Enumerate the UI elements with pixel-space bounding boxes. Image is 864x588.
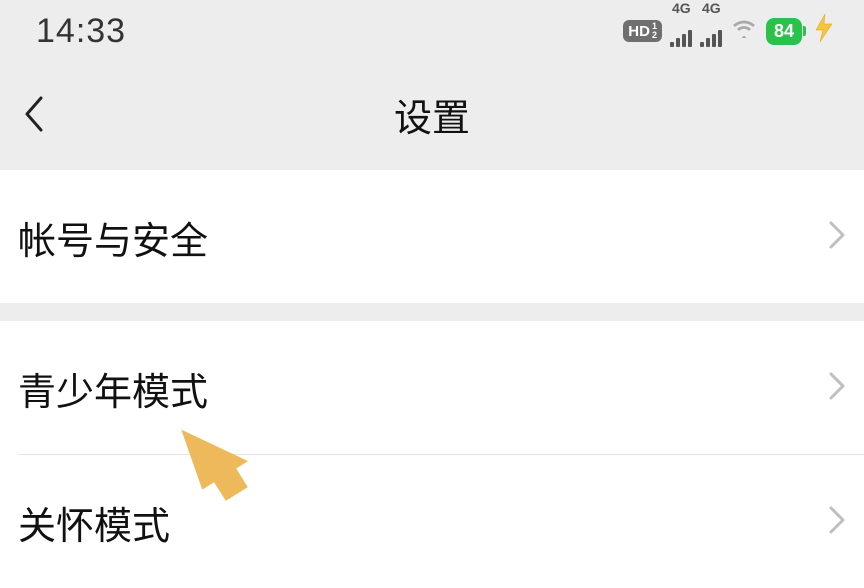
hd-text: HD: [628, 24, 650, 39]
row-account-security[interactable]: 帐号与安全: [0, 170, 864, 303]
hd-sub: 1 2: [652, 22, 657, 40]
status-right: HD 1 2 4G 4G 84: [623, 14, 834, 49]
chevron-left-icon: [23, 94, 45, 134]
page-title: 设置: [394, 87, 470, 142]
chevron-right-icon: [828, 505, 846, 540]
settings-group-2: 青少年模式 关怀模式: [0, 321, 864, 588]
status-time: 14:33: [36, 12, 126, 51]
signal-2: 4G: [700, 15, 722, 47]
row-label: 青少年模式: [18, 361, 208, 416]
chevron-right-icon: [828, 220, 846, 255]
settings-group-1: 帐号与安全: [0, 170, 864, 303]
back-button[interactable]: [14, 94, 54, 134]
row-youth-mode[interactable]: 青少年模式: [0, 321, 864, 454]
signal-1-label: 4G: [672, 0, 691, 16]
wifi-icon: [732, 18, 756, 44]
battery-badge: 84: [766, 18, 802, 45]
signal-2-bars: [700, 29, 722, 47]
page-header: 设置: [0, 58, 864, 170]
signal-2-label: 4G: [702, 0, 721, 16]
row-label: 关怀模式: [18, 495, 170, 550]
hd-badge: HD 1 2: [623, 20, 662, 42]
chevron-right-icon: [828, 371, 846, 406]
row-label: 帐号与安全: [18, 210, 208, 265]
signal-1-bars: [670, 29, 692, 47]
row-care-mode[interactable]: 关怀模式: [0, 455, 864, 588]
status-bar: 14:33 HD 1 2 4G 4G 84: [0, 0, 864, 58]
signal-1: 4G: [670, 15, 692, 47]
battery-text: 84: [774, 21, 794, 41]
flash-icon: [814, 14, 834, 49]
